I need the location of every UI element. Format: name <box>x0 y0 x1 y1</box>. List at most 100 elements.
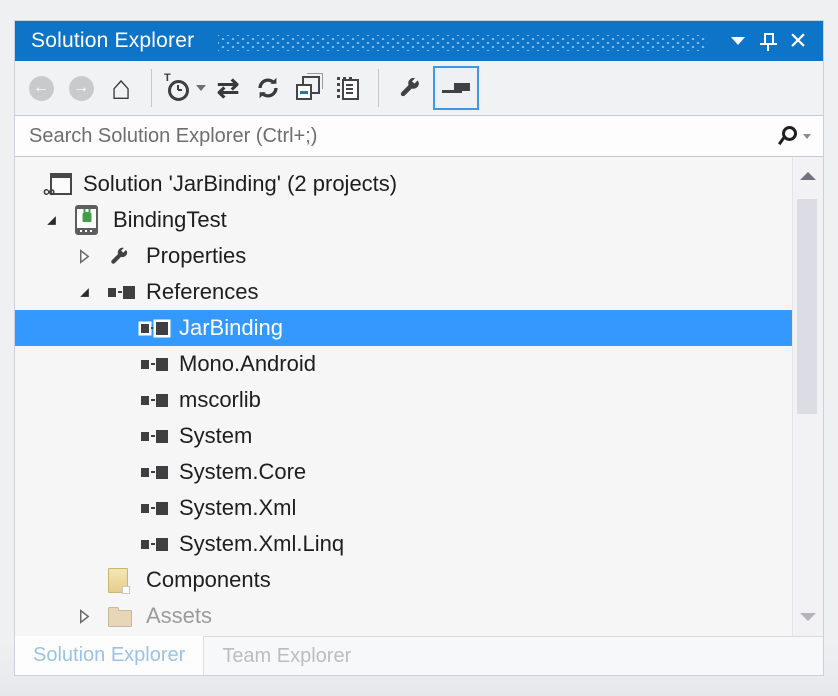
sync-with-active-document-icon: ⇄ <box>217 75 240 101</box>
expand-arrow-slot[interactable] <box>78 609 108 624</box>
reference-icon <box>141 466 168 479</box>
reference-icon <box>141 394 168 407</box>
scroll-up-icon <box>800 172 816 180</box>
home-button[interactable]: ⌂ <box>103 67 139 109</box>
tree-item-system-xml-linq[interactable]: System.Xml.Linq <box>15 526 792 562</box>
refresh-button[interactable] <box>250 67 286 109</box>
tree-item-label: System <box>177 423 252 449</box>
scroll-down-button[interactable] <box>793 604 823 630</box>
search-bar <box>15 115 823 157</box>
tree-item-icon-slot <box>141 466 177 479</box>
preview-selected-items-icon <box>442 81 470 95</box>
back-button[interactable]: ← <box>23 67 59 109</box>
tab-team-explorer[interactable]: Team Explorer <box>204 637 369 675</box>
android-project-icon <box>75 205 98 235</box>
tree-item-icon-slot <box>108 606 144 627</box>
tree-item-system[interactable]: System <box>15 418 792 454</box>
toolbar-separator <box>378 69 379 107</box>
tree-item-label: JarBinding <box>177 315 283 341</box>
tree-item-system-xml[interactable]: System.Xml <box>15 490 792 526</box>
scroll-thumb[interactable] <box>797 199 817 414</box>
dropdown-arrow-icon <box>196 85 206 91</box>
collapse-all-icon <box>296 76 320 100</box>
home-icon: ⌂ <box>111 73 132 103</box>
preview-selected-items-button[interactable] <box>433 66 479 110</box>
solution-tree: ∞Solution 'JarBinding' (2 projects) Bindi… <box>15 157 792 636</box>
tree-item-icon-slot <box>141 502 177 515</box>
expand-arrow-icon[interactable] <box>78 609 91 624</box>
tree-item-assets[interactable]: Assets <box>15 598 792 634</box>
tree-item-icon-slot <box>141 538 177 551</box>
reference-icon <box>141 322 168 335</box>
search-options-button[interactable] <box>777 126 811 146</box>
sync-with-active-document-button[interactable]: ⇄ <box>210 67 246 109</box>
tree-container: ∞Solution 'JarBinding' (2 projects) Bindi… <box>15 157 823 636</box>
window-position-button[interactable] <box>723 26 753 56</box>
tree-item-jarbinding[interactable]: JarBinding <box>15 310 792 346</box>
reference-icon <box>141 502 168 515</box>
components-folder-icon <box>108 568 128 593</box>
tree-item-icon-slot <box>108 246 144 267</box>
scrollbar[interactable] <box>792 157 823 636</box>
folder-icon <box>108 610 132 627</box>
reference-icon <box>141 538 168 551</box>
collapse-all-button[interactable] <box>290 67 326 109</box>
tree-item-icon-slot <box>141 358 177 371</box>
expand-arrow-slot[interactable] <box>45 214 75 227</box>
tree-item-mono-android[interactable]: Mono.Android <box>15 346 792 382</box>
tree-item-label: References <box>144 279 259 305</box>
expand-arrow-icon[interactable] <box>78 249 91 264</box>
tree-item-label: Assets <box>144 603 212 629</box>
tree-item-icon-slot <box>141 322 177 335</box>
tree-item-properties[interactable]: Properties <box>15 238 792 274</box>
show-all-files-button[interactable] <box>330 67 366 109</box>
collapse-arrow-icon[interactable] <box>45 214 58 227</box>
tree-item-label: Mono.Android <box>177 351 316 377</box>
tab-label: Solution Explorer <box>33 644 185 667</box>
close-icon: × <box>789 28 807 54</box>
titlebar[interactable]: Solution Explorer × <box>15 21 823 61</box>
tab-solution-explorer[interactable]: Solution Explorer <box>15 636 204 675</box>
solution-explorer-window: Solution Explorer × ← → ⌂ <box>0 0 838 696</box>
tree-item-label: BindingTest <box>111 207 227 233</box>
wrench-icon <box>108 246 129 267</box>
scroll-down-icon <box>800 613 816 621</box>
search-input[interactable] <box>27 124 777 149</box>
window-title: Solution Explorer <box>31 29 194 53</box>
expand-arrow-slot[interactable] <box>78 249 108 264</box>
tree-item-icon-slot <box>141 430 177 443</box>
toolbar-separator <box>151 69 152 107</box>
expand-arrow-slot[interactable] <box>78 286 108 299</box>
collapse-arrow-icon[interactable] <box>78 286 91 299</box>
close-button[interactable]: × <box>783 26 813 56</box>
tree-item-label: System.Core <box>177 459 306 485</box>
tree-item-label: mscorlib <box>177 387 261 413</box>
tree-item-icon-slot <box>75 205 111 235</box>
pin-icon <box>760 32 777 51</box>
toolbar: ← → ⌂ T ⇄ <box>15 61 823 115</box>
properties-button[interactable] <box>391 67 427 109</box>
forward-button[interactable]: → <box>63 67 99 109</box>
search-options-arrow-icon <box>803 134 811 139</box>
switch-views-button[interactable]: T <box>164 67 206 109</box>
tree-item-mscorlib[interactable]: mscorlib <box>15 382 792 418</box>
tree-item-icon-slot: ∞ <box>45 173 81 195</box>
tree-item-components[interactable]: Components <box>15 562 792 598</box>
tree-item-solution-jarbinding-2-projects[interactable]: ∞Solution 'JarBinding' (2 projects) <box>15 166 792 202</box>
reference-icon <box>108 286 135 299</box>
tree-item-bindingtest[interactable]: BindingTest <box>15 202 792 238</box>
tree-item-system-core[interactable]: System.Core <box>15 454 792 490</box>
titlebar-drag-dots <box>218 35 707 51</box>
scroll-up-button[interactable] <box>793 163 823 189</box>
tree-item-icon-slot <box>108 286 144 299</box>
tab-label: Team Explorer <box>222 645 351 668</box>
tree-item-icon-slot <box>108 568 144 593</box>
reference-icon <box>141 430 168 443</box>
switch-views-icon: T <box>164 75 190 101</box>
pin-button[interactable] <box>753 26 783 56</box>
search-icon <box>777 126 797 146</box>
tree-item-label: System.Xml <box>177 495 296 521</box>
tree-item-references[interactable]: References <box>15 274 792 310</box>
properties-icon <box>397 76 421 100</box>
refresh-icon <box>256 76 280 100</box>
